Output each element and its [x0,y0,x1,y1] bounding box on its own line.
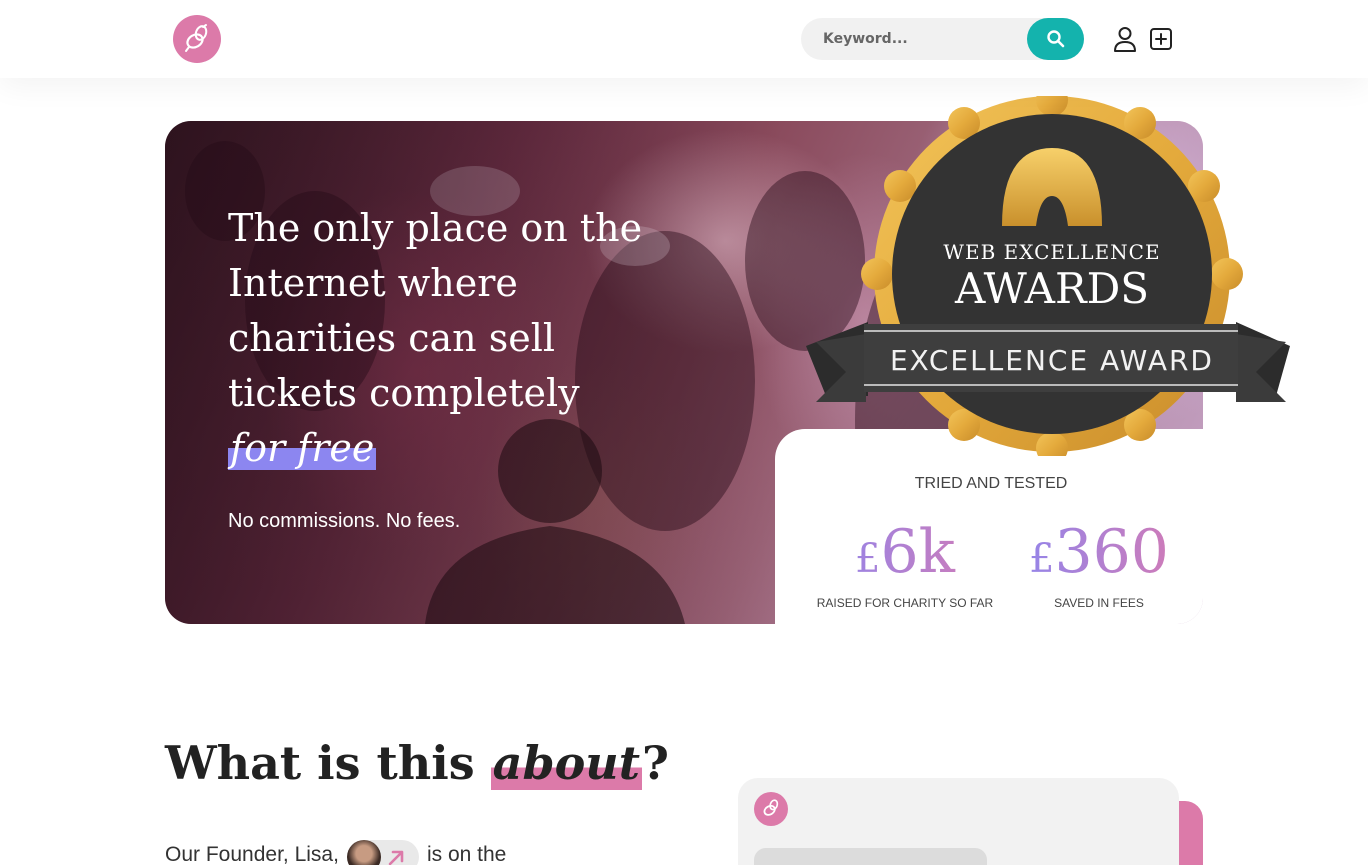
search-icon [1046,30,1064,48]
stat-saved-value: £360 [1003,519,1195,592]
site-header [0,0,1368,78]
hero-title: The only place on the Internet where cha… [228,201,648,476]
about-text-after: is on the [426,843,507,865]
site-logo[interactable] [173,15,221,63]
account-button[interactable] [1112,25,1138,53]
plus-square-icon [1150,28,1172,50]
stats-heading: TRIED AND TESTED [914,475,1068,492]
hero-title-highlight: for free [228,426,377,470]
card-logo [754,792,788,826]
hero-title-text: The only place on the Internet where cha… [228,206,643,415]
founder-link[interactable] [346,840,419,865]
search-input[interactable] [823,18,1023,60]
hero-subtitle: No commissions. No fees. [228,510,461,532]
bee-icon [185,24,208,52]
arrow-up-right-icon [388,850,404,865]
stat-raised: £6k RAISED FOR CHARITY SO FAR [805,519,1005,610]
stats-panel: TRIED AND TESTED £6k RAISED FOR CHARITY … [775,429,1203,624]
create-event-button[interactable] [1148,25,1174,53]
stat-raised-value: £6k [805,519,1005,592]
award-line2: AWARDS [954,264,1149,313]
founder-avatar [346,840,381,865]
award-badge: WEB EXCELLENCE AWARDS EXCELLENCE AWARD [806,84,1290,464]
stat-saved-label: SAVED IN FEES [1054,596,1144,610]
preview-card [738,778,1179,865]
user-icon [1114,27,1136,52]
card-accent [1175,801,1203,865]
about-text-before: Our Founder, Lisa, [165,843,339,865]
search-button[interactable] [1027,18,1084,60]
about-text: Our Founder, Lisa, is on the [165,838,506,865]
stat-raised-label: RAISED FOR CHARITY SO FAR [816,596,994,610]
bee-icon [763,799,779,816]
award-ribbon-text: EXCELLENCE AWARD [890,344,1214,377]
about-title-highlight: about [490,736,642,790]
award-line1: WEB EXCELLENCE [943,240,1160,264]
about-title: What is this about? [165,736,669,790]
search-bar [801,18,1084,60]
card-placeholder-bar [754,848,987,865]
stat-saved: £360 SAVED IN FEES [1003,519,1195,610]
